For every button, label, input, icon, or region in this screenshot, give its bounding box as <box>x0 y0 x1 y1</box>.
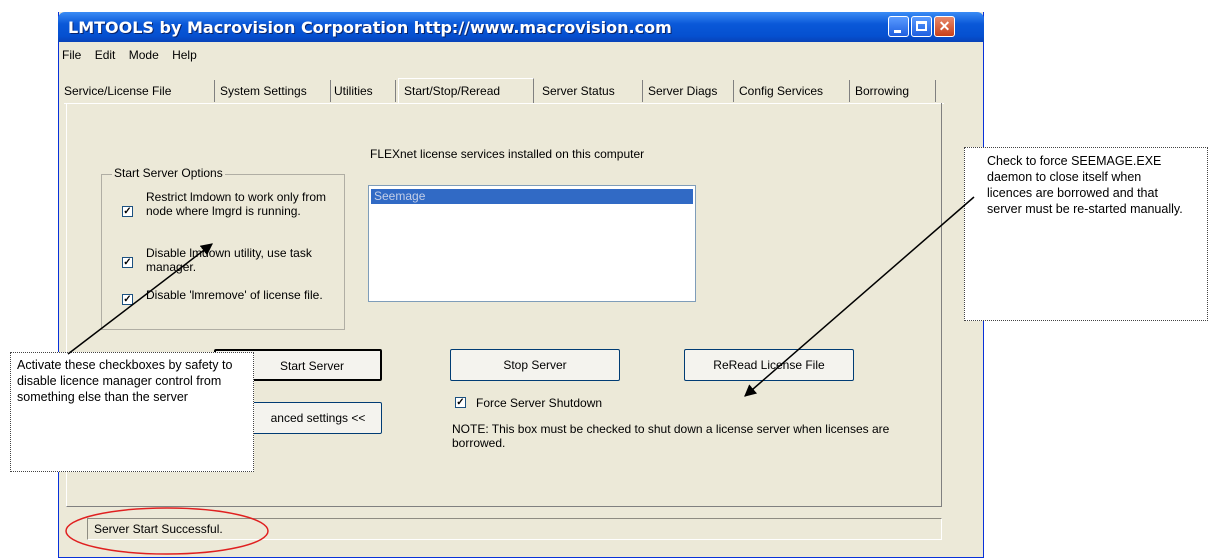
left-callout-arrow <box>67 243 213 355</box>
annotation-overlay <box>65 196 975 555</box>
right-callout-arrow <box>744 196 975 397</box>
status-highlight-ellipse <box>65 507 269 555</box>
